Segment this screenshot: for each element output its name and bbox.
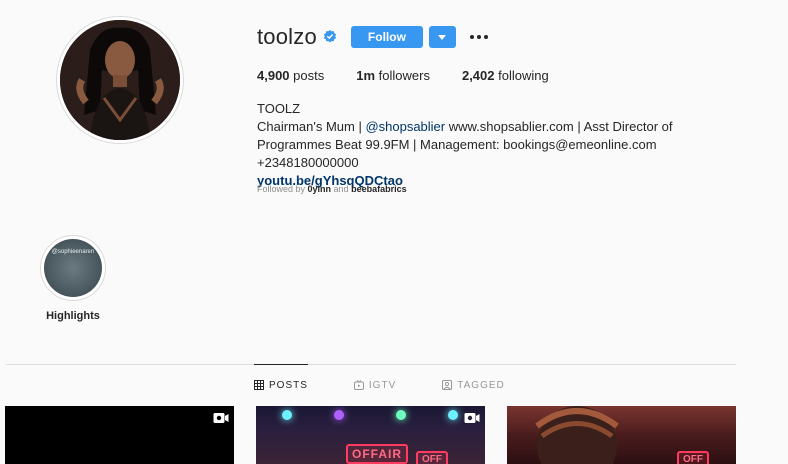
posts-label: posts: [293, 68, 325, 83]
post-thumbnail[interactable]: OFFAIR OFF: [256, 406, 485, 464]
post-thumbnail[interactable]: OFF: [507, 406, 736, 464]
highlight-cover: @sophieenaren: [44, 239, 102, 297]
profile-stats: 4,900 posts 1m followers 2,402 following: [257, 68, 581, 83]
story-highlight[interactable]: @sophieenaren Highlights: [40, 235, 106, 322]
avatar-image: [60, 20, 180, 140]
bio-mention-link[interactable]: @shopsablier: [365, 119, 445, 134]
followed-by-user-2[interactable]: beebafabrics: [351, 184, 407, 194]
posts-stat: 4,900 posts: [257, 68, 324, 83]
tab-igtv[interactable]: IGTV: [353, 365, 397, 405]
verified-badge-icon: [323, 30, 337, 44]
tagged-icon: [442, 380, 453, 390]
tab-posts-label: POSTS: [269, 379, 308, 391]
posts-grid: OFFAIR OFF OFF: [5, 406, 736, 464]
profile-bio: TOOLZ Chairman's Mum | @shopsablier www.…: [257, 100, 737, 190]
off-sign: OFF: [677, 451, 709, 464]
posts-count: 4,900: [257, 68, 290, 83]
following-stat[interactable]: 2,402 following: [462, 68, 549, 83]
following-count[interactable]: 2,402: [462, 68, 495, 83]
igtv-icon: [353, 380, 364, 390]
followers-label[interactable]: followers: [379, 68, 430, 83]
on-air-sign: OFFAIR: [346, 444, 408, 464]
profile-tabs: POSTS IGTV TAGGED: [254, 364, 551, 405]
followed-by: Followed by 0yinn and beebafabrics: [257, 184, 407, 194]
followed-by-user-1[interactable]: 0yinn: [308, 184, 332, 194]
suggestions-dropdown-button[interactable]: [428, 26, 456, 48]
full-name: TOOLZ: [257, 101, 301, 116]
stage-light: [334, 410, 344, 420]
video-icon: [464, 413, 480, 423]
highlight-label[interactable]: Highlights: [30, 310, 116, 322]
tab-tagged-label: TAGGED: [457, 379, 505, 391]
stage-light: [282, 410, 292, 420]
highlight-cover-text: @sophieenaren: [51, 249, 95, 255]
tab-tagged[interactable]: TAGGED: [442, 365, 504, 405]
followers-stat[interactable]: 1m followers: [356, 68, 430, 83]
profile-header: toolzo Follow: [257, 24, 490, 50]
stage-light: [448, 410, 458, 420]
followers-count[interactable]: 1m: [356, 68, 375, 83]
username: toolzo: [257, 24, 317, 49]
highlight-ring[interactable]: @sophieenaren: [40, 235, 106, 301]
post-thumbnail[interactable]: [5, 406, 234, 464]
profile-avatar[interactable]: [56, 16, 184, 144]
follow-button[interactable]: Follow: [350, 26, 423, 48]
avatar-photo: [60, 20, 180, 140]
chevron-down-icon: [438, 34, 447, 40]
following-label[interactable]: following: [498, 68, 549, 83]
tab-igtv-label: IGTV: [368, 379, 397, 391]
tab-posts[interactable]: POSTS: [254, 364, 308, 405]
video-icon: [213, 413, 229, 423]
grid-icon: [254, 380, 264, 390]
more-options-icon[interactable]: [468, 26, 490, 48]
stage-light: [396, 410, 406, 420]
bio-text: Chairman's Mum | @shopsablier www.shopsa…: [257, 119, 673, 170]
off-sign: OFF: [416, 451, 448, 464]
